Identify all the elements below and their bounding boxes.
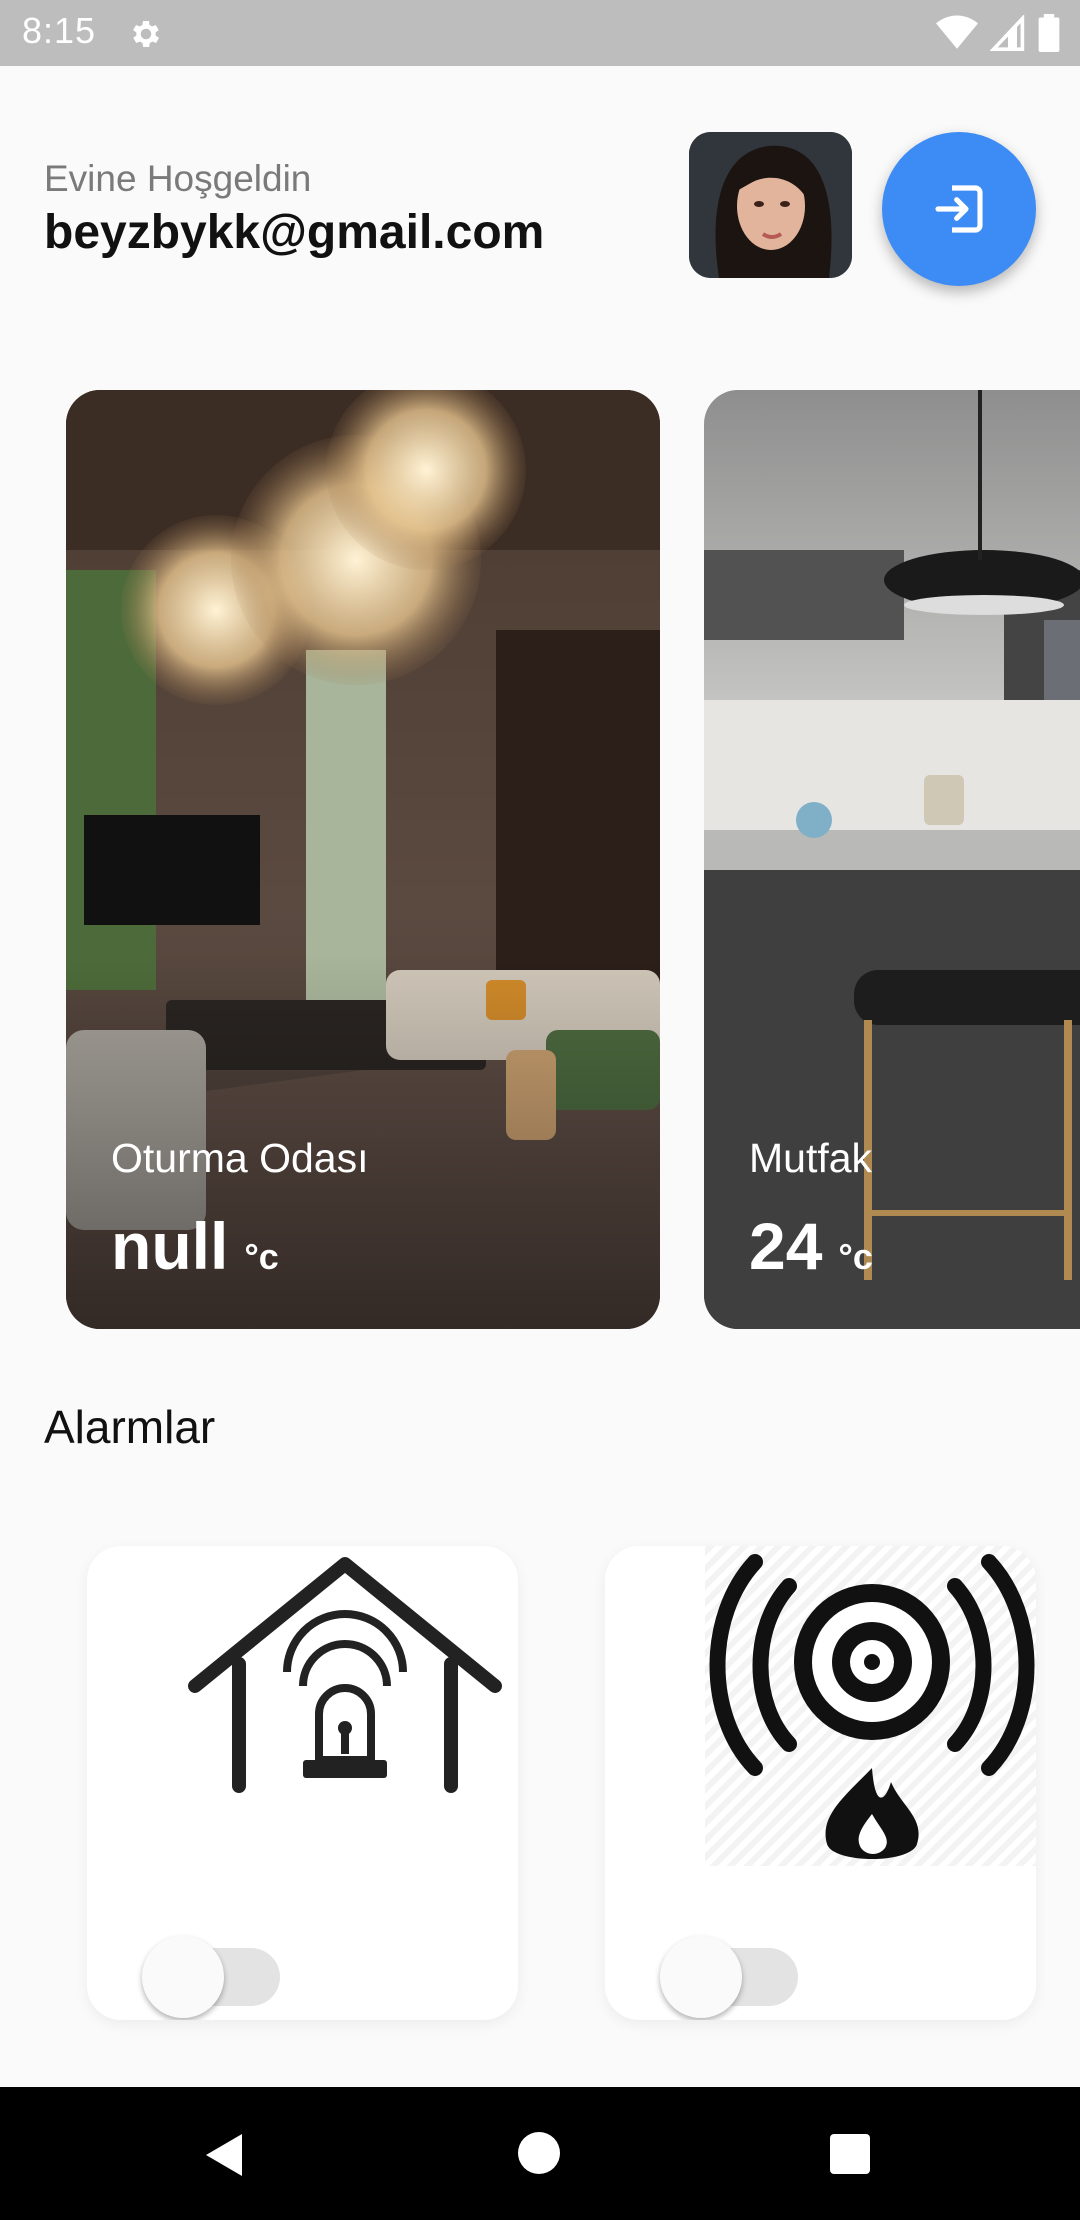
status-bar: 8:15: [0, 0, 1080, 66]
greeting-text: Evine Hoşgeldin: [44, 158, 312, 199]
avatar-photo: [689, 132, 852, 278]
temperature-unit: °c: [244, 1236, 279, 1277]
toggle-thumb: [660, 1936, 742, 2018]
temperature-value: null: [111, 1209, 229, 1283]
settings-gear-icon: [133, 20, 160, 48]
recents-icon[interactable]: [830, 2134, 870, 2174]
room-card-living-room[interactable]: Oturma Odası null °c: [66, 390, 660, 1329]
room-name: Oturma Odası: [111, 1135, 369, 1181]
toggle-thumb: [142, 1936, 224, 2018]
battery-icon: [1038, 14, 1060, 52]
room-name: Mutfak: [749, 1135, 873, 1181]
avatar[interactable]: [689, 132, 852, 278]
wifi-icon: [936, 15, 978, 49]
status-time: 8:15: [22, 10, 97, 51]
room-card-kitchen[interactable]: Mutfak 24 °c: [704, 390, 1080, 1329]
alarm-toggle-home[interactable]: [142, 1924, 280, 2018]
alarm-card-home[interactable]: [87, 1546, 518, 2020]
system-nav-bar: [0, 2087, 1080, 2220]
logout-icon: [935, 185, 983, 233]
room-temperature: null °c: [111, 1208, 279, 1284]
back-icon[interactable]: [202, 2132, 246, 2178]
home-alarm-icon: [188, 1557, 502, 1793]
room-temperature: 24 °c: [749, 1208, 873, 1284]
alarm-card-fire[interactable]: [605, 1546, 1036, 2020]
home-icon[interactable]: [518, 2132, 560, 2174]
alarms-section-title: Alarmlar: [44, 1401, 216, 1453]
living-room-photo: [66, 390, 660, 1329]
fire-alarm-icon: [705, 1546, 1036, 1866]
kitchen-photo: [704, 390, 1080, 1329]
signal-icon: [990, 15, 1025, 51]
temperature-unit: °c: [838, 1236, 873, 1277]
alarm-toggle-fire[interactable]: [660, 1924, 798, 2018]
temperature-value: 24: [749, 1209, 823, 1283]
user-email: beyzbykk@gmail.com: [44, 206, 545, 259]
logout-button[interactable]: [882, 132, 1036, 286]
